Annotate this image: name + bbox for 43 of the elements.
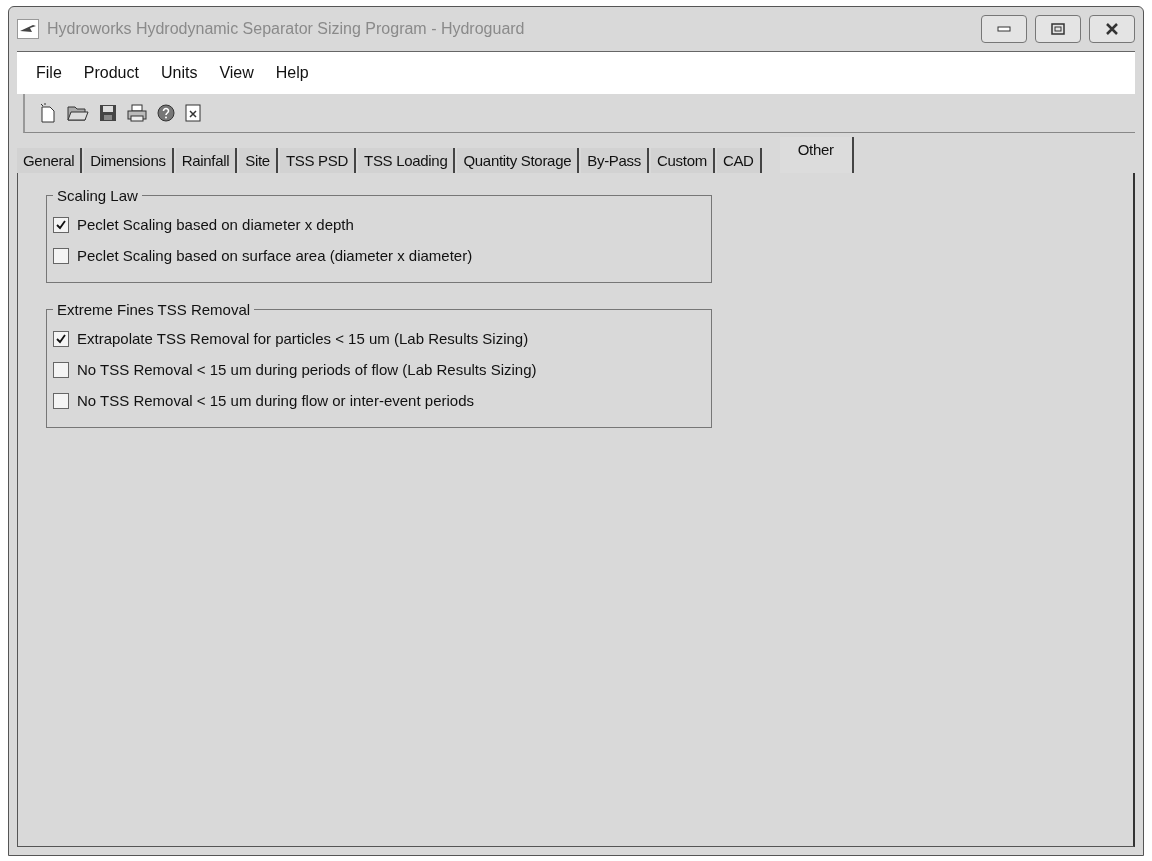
tab[interactable]: Dimensions [84,148,174,173]
help-icon[interactable] [157,104,175,122]
checkbox[interactable] [53,361,69,378]
folder-icon[interactable] [67,104,89,122]
checkbox-label: Extrapolate TSS Removal for particles < 15 um (Lab Results Sizing) [77,330,529,347]
tab[interactable]: TSS Loading [358,148,456,173]
tab[interactable]: Rainfall [175,148,238,173]
menu-item[interactable]: Units [149,64,209,82]
checkbox-label: Peclet Scaling based on diameter x depth [77,216,354,233]
menu-item[interactable]: Product [72,64,150,82]
save-icon[interactable] [99,104,117,122]
close-button[interactable] [1089,15,1135,43]
tab[interactable]: Site [239,148,278,173]
minimize-icon [997,26,1011,32]
menu-item[interactable]: File [25,64,73,82]
checkbox[interactable] [53,216,69,233]
window-title: Hydroworks Hydrodynamic Separator Sizing Program - Hydroguard [47,20,526,38]
tab[interactable]: Custom [651,148,715,173]
close-document-icon[interactable] [185,104,201,122]
menu-item[interactable]: Help [264,64,320,82]
tab[interactable]: General [17,148,83,173]
minimize-button[interactable] [981,15,1027,43]
checkbox-label: Peclet Scaling based on surface area (diameter x diameter) [77,247,473,264]
close-icon [1105,23,1119,35]
tab[interactable]: TSS PSD [279,148,356,173]
printer-icon[interactable] [127,104,147,122]
checkbox[interactable] [53,247,69,264]
new-file-icon[interactable] [39,103,57,123]
check-icon [56,333,66,344]
checkbox[interactable] [53,330,69,347]
check-icon [56,219,66,230]
tab[interactable]: Quantity Storage [457,148,580,173]
group-title: Extreme Fines TSS Removal [56,301,252,318]
menu-item[interactable]: View [208,64,265,82]
maximize-icon [1051,23,1065,35]
tab[interactable]: By-Pass [581,148,649,173]
group-title: Scaling Law [56,187,139,204]
checkbox-label: No TSS Removal < 15 um during periods of flow (Lab Results Sizing) [77,361,537,378]
maximize-button[interactable] [1035,15,1081,43]
checkbox[interactable] [53,392,69,409]
checkbox-label: No TSS Removal < 15 um during flow or inter-event periods [77,392,474,409]
tab[interactable]: CAD [716,148,762,173]
app-logo-icon [17,19,39,39]
